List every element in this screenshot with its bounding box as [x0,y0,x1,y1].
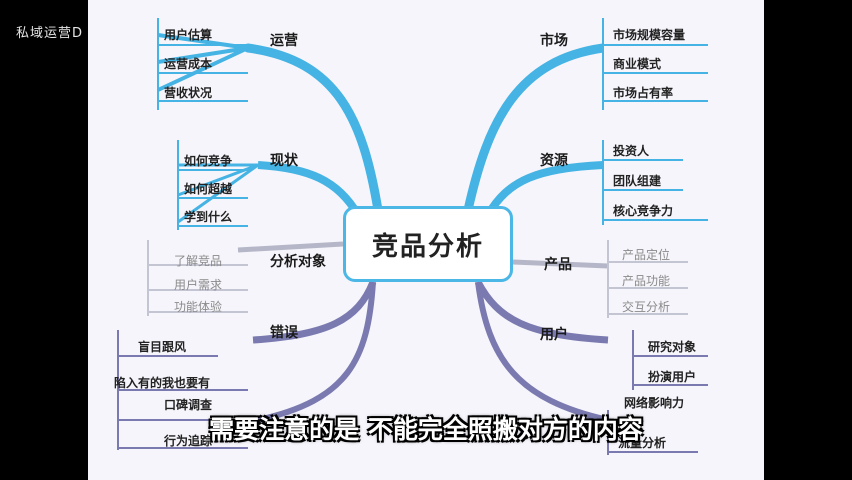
leaf-chanpin-3: 交互分析 [622,300,671,314]
leaf-shichang-3: 市场占有率 [613,86,674,100]
branch-xianzhuang: 现状 [270,153,298,169]
video-subtitle: 需要注意的是 不能完全照搬对方的内容 [209,415,643,444]
watermark-text: 私域运营D [16,26,84,41]
leaf-yunying-3: 营收状况 [164,86,213,100]
leaf-chanpin-1: 产品定位 [622,248,671,262]
branch-yunying: 运营 [270,33,298,49]
leaf-xianzhuang-1: 如何竞争 [184,154,233,168]
leaf-cuowu-1: 盲目跟风 [138,340,187,354]
leaf-yonghu-3: 网络影响力 [624,396,685,410]
leaf-xianzhuang-2: 如何超越 [184,182,233,196]
leaf-duixiang-2: 用户需求 [174,278,223,292]
leaf-shichang-2: 商业模式 [613,57,662,71]
leaf-yunying-2: 运营成本 [164,57,213,71]
leaf-ziyuan-3: 核心竞争力 [613,204,674,218]
branch-cuowu: 错误 [270,325,298,341]
leaf-yunying-1: 用户估算 [164,28,213,42]
branch-chanpin: 产品 [544,257,572,273]
leaf-duixiang-3: 功能体验 [174,300,223,314]
leaf-duixiang-1: 了解竞品 [174,254,223,268]
leaf-xianzhuang-3: 学到什么 [184,210,233,224]
leaf-shichang-1: 市场规模容量 [613,28,686,42]
leaf-cuowu-2: 陷入有的我也要有 [114,376,211,390]
leaf-yonghu-2: 扮演用户 [648,370,697,384]
mindmap-slide: 竞品分析 运营 用户估算 运营成本 营收状况 现状 如何竞争 如何超越 学到什么… [88,0,764,480]
central-topic: 竞品分析 [343,206,513,282]
branch-ziyuan: 资源 [540,153,568,169]
branch-shichang: 市场 [540,33,568,49]
leaf-chanpin-2: 产品功能 [622,274,671,288]
leaf-ziyuan-2: 团队组建 [613,174,662,188]
branch-duixiang: 分析对象 [270,254,326,270]
leaf-yonghu-1: 研究对象 [648,340,697,354]
leaf-ziyuan-1: 投资人 [613,144,650,158]
branch-yonghu: 用户 [540,327,568,343]
